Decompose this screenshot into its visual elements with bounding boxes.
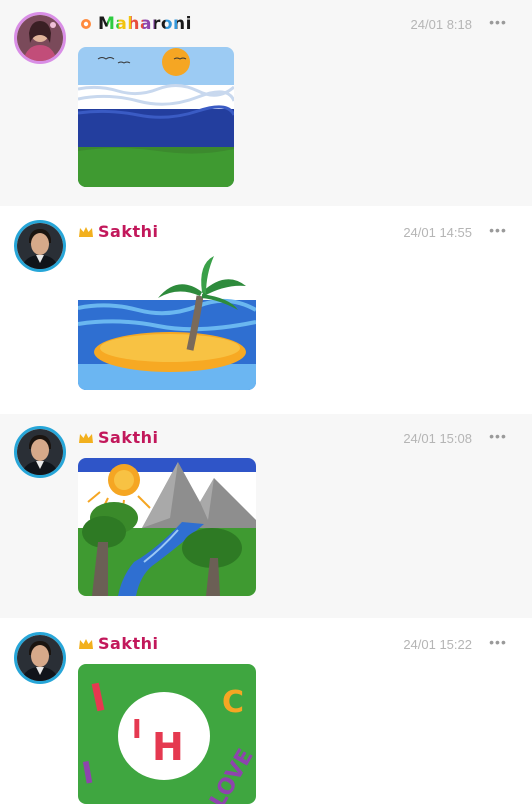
drawing-letter-c: C bbox=[222, 685, 244, 720]
username[interactable]: Sakthi bbox=[98, 428, 158, 447]
username[interactable]: Sakthi bbox=[98, 222, 158, 241]
more-options-button[interactable]: ••• bbox=[486, 12, 510, 32]
user-avatar-woman-icon[interactable] bbox=[14, 12, 66, 64]
username[interactable]: Sakthi bbox=[98, 634, 158, 653]
ihc-love-drawing[interactable]: I I H C I LOVE bbox=[78, 664, 256, 804]
post-item: Maharoni 24/01 8:18 ••• bbox=[0, 0, 532, 206]
crown-icon bbox=[79, 226, 93, 237]
username-row: Sakthi bbox=[78, 428, 158, 447]
user-avatar-man-icon[interactable] bbox=[14, 426, 66, 478]
mountain-river-drawing[interactable] bbox=[78, 458, 256, 596]
post-item: Sakthi 24/01 15:08 ••• bbox=[0, 414, 532, 618]
user-avatar-man-icon[interactable] bbox=[14, 220, 66, 272]
post-timestamp: 24/01 15:08 bbox=[403, 431, 472, 446]
crown-icon bbox=[79, 638, 93, 649]
crown-icon bbox=[79, 432, 93, 443]
more-options-button[interactable]: ••• bbox=[486, 632, 510, 652]
post-timestamp: 24/01 15:22 bbox=[403, 637, 472, 652]
post-item: Sakthi 24/01 15:22 ••• I I H C I LOVE bbox=[0, 620, 532, 804]
palm-island-drawing[interactable] bbox=[78, 252, 256, 390]
user-avatar-man-icon[interactable] bbox=[14, 632, 66, 684]
post-timestamp: 24/01 8:18 bbox=[410, 17, 472, 32]
beach-sun-birds-drawing[interactable] bbox=[78, 47, 234, 187]
username-row: Maharoni bbox=[78, 14, 192, 34]
post-timestamp: 24/01 14:55 bbox=[403, 225, 472, 240]
more-options-button[interactable]: ••• bbox=[486, 426, 510, 446]
drawing-letter-i: I bbox=[132, 715, 142, 745]
username-row: Sakthi bbox=[78, 634, 158, 653]
more-options-button[interactable]: ••• bbox=[486, 220, 510, 240]
drawing-letter-h: H bbox=[152, 725, 184, 769]
flower-badge-icon bbox=[81, 19, 91, 29]
username-row: Sakthi bbox=[78, 222, 158, 241]
username[interactable]: Maharoni bbox=[98, 14, 192, 34]
post-item: Sakthi 24/01 14:55 ••• bbox=[0, 208, 532, 412]
